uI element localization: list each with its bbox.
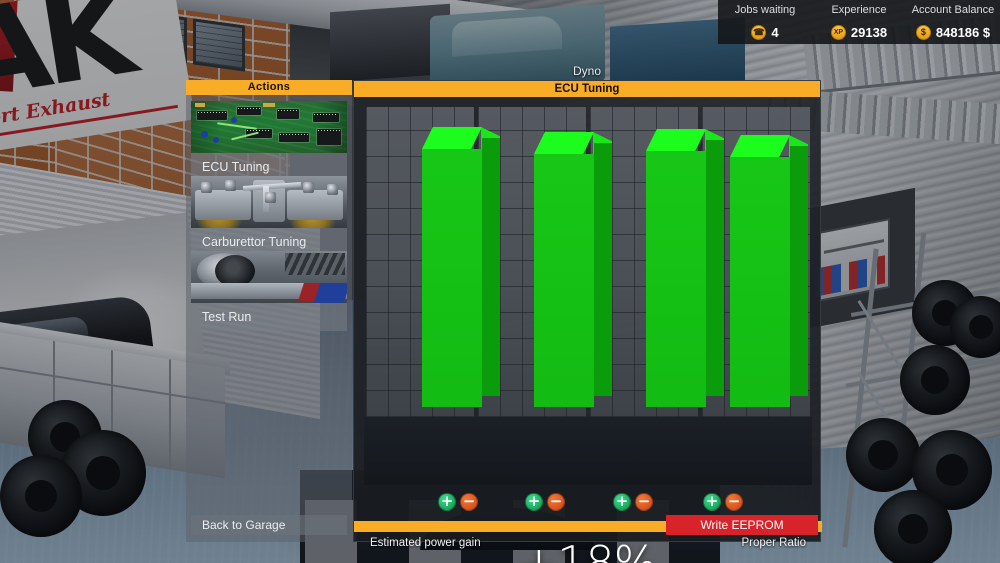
tuning-bar-4: [730, 135, 808, 407]
bar-side-face: [594, 143, 612, 396]
dyno-blue-marker: [313, 283, 347, 303]
ic-chip: [313, 113, 339, 122]
tuning-control-pair-3: + −: [613, 493, 653, 511]
bar-side-face: [482, 138, 500, 396]
bar-top-face: [730, 135, 790, 157]
sidebar-item-label: Test Run: [191, 303, 347, 331]
dyno-roller-thumb: [191, 251, 347, 303]
carb-bolt: [303, 182, 314, 193]
chart-floor-shadow: [364, 417, 812, 485]
sidebar-item-carburettor-tuning[interactable]: Carburettor Tuning: [186, 176, 352, 256]
bar-front-face: [422, 149, 482, 407]
decrease-map-1-button[interactable]: −: [460, 493, 478, 511]
hud-jobs-count: 4: [771, 24, 779, 40]
ecu-panel-header: ECU Tuning: [354, 81, 820, 97]
hud-xp-count: 29138: [850, 24, 888, 40]
game-screen: AK Sport Exhaust Jobs waiting Experience…: [0, 0, 1000, 563]
tuning-bar-2: [534, 132, 612, 407]
bar-front-face: [646, 151, 706, 407]
ratio-status-label: Proper Ratio: [741, 537, 806, 549]
hud-values-row: ☎ 4 XP 29138 $ 848186 $: [718, 20, 1000, 44]
back-to-garage-button[interactable]: Back to Garage: [191, 515, 347, 535]
carb-bolt: [265, 192, 276, 203]
hud-stats-bar: Jobs waiting Experience Account Balance …: [718, 0, 1000, 44]
ic-chip: [279, 133, 309, 142]
tuning-bar-3: [646, 129, 724, 407]
sidebar-item-ecu-tuning[interactable]: ECU Tuning: [186, 101, 352, 181]
increase-map-4-button[interactable]: +: [703, 493, 721, 511]
capacitor: [213, 137, 219, 143]
ic-chip: [277, 109, 299, 119]
ecu-pcb-thumb: [191, 101, 347, 153]
sidebar-item-test-run[interactable]: Test Run: [186, 251, 352, 331]
solder-pad: [195, 103, 205, 107]
carb-bolt: [225, 180, 236, 191]
xp-icon: XP: [830, 24, 846, 40]
actions-header: Actions: [186, 80, 352, 95]
hud-label-jobs: Jobs waiting: [734, 4, 796, 16]
solder-pad: [263, 103, 275, 107]
phone-icon: ☎: [751, 24, 767, 40]
capacitor: [201, 131, 208, 138]
carb-bolt: [327, 184, 338, 195]
hud-value-jobs: ☎ 4: [718, 24, 812, 40]
actions-panel: Actions ECU Tuning Carburettor Tuning Te…: [186, 80, 352, 542]
decrease-map-4-button[interactable]: −: [725, 493, 743, 511]
pcb-board-art: [191, 101, 347, 153]
ecu-bar-chart: [364, 107, 812, 485]
tuning-control-pair-1: + −: [438, 493, 478, 511]
ic-chip: [197, 111, 227, 120]
carburettor-thumb: [191, 176, 347, 228]
bar-top-face: [534, 132, 594, 154]
connector-header: [317, 129, 341, 145]
carb-barrel-left: [195, 190, 251, 220]
screen-title: Dyno: [572, 64, 601, 78]
bar-top-face: [422, 127, 482, 149]
dyno-grate: [285, 253, 345, 275]
carb-bolt: [201, 182, 212, 193]
decrease-map-3-button[interactable]: −: [635, 493, 653, 511]
tuning-bar-1: [422, 127, 500, 407]
bar-top-face: [646, 129, 706, 151]
hud-value-experience: XP 29138: [812, 24, 906, 40]
hud-label-experience: Experience: [831, 4, 887, 16]
tuning-controls-row: + − + − + − + −: [364, 493, 812, 515]
money-icon: $: [915, 24, 931, 40]
hud-label-balance: Account Balance: [911, 4, 995, 16]
bar-side-face: [706, 140, 724, 396]
hud-balance-amount: 848186 $: [935, 24, 991, 40]
tuning-control-pair-4: + −: [703, 493, 743, 511]
increase-map-1-button[interactable]: +: [438, 493, 456, 511]
bar-front-face: [534, 154, 594, 407]
increase-map-2-button[interactable]: +: [525, 493, 543, 511]
hud-labels-row: Jobs waiting Experience Account Balance: [718, 0, 1000, 20]
bar-front-face: [730, 157, 790, 407]
increase-map-3-button[interactable]: +: [613, 493, 631, 511]
tuning-control-pair-2: + −: [525, 493, 565, 511]
decrease-map-2-button[interactable]: −: [547, 493, 565, 511]
ecu-tuning-panel: ECU Tuning + − + − + − + − Estimated pow…: [353, 80, 822, 563]
hud-value-balance: $ 848186 $: [906, 24, 1000, 40]
write-eeprom-button[interactable]: Write EEPROM: [666, 515, 818, 535]
bar-side-face: [790, 146, 808, 396]
ic-chip: [237, 107, 261, 115]
capacitor: [231, 117, 237, 123]
